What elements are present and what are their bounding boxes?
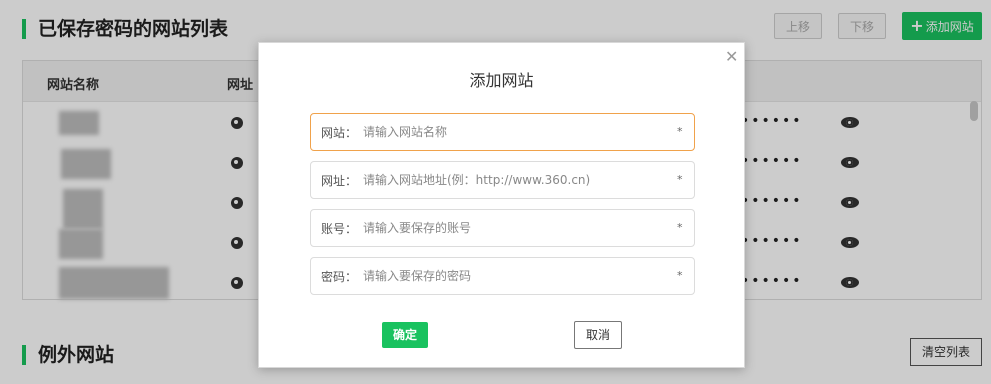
cancel-button[interactable]: 取消 bbox=[574, 321, 622, 349]
password-manager-page: 已保存密码的网站列表 上移 下移 + 添加网站 网站名称 网址 •••••• ••… bbox=[0, 0, 991, 384]
password-label: 密码： bbox=[321, 270, 358, 284]
account-label: 账号： bbox=[321, 222, 358, 236]
site-name-field[interactable]: 网站： * bbox=[310, 113, 695, 151]
required-mark: * bbox=[677, 173, 683, 186]
site-name-input[interactable] bbox=[363, 122, 663, 142]
site-url-label: 网址： bbox=[321, 174, 358, 188]
password-field[interactable]: 密码： * bbox=[310, 257, 695, 295]
confirm-button[interactable]: 确定 bbox=[382, 322, 428, 348]
required-mark: * bbox=[677, 125, 683, 138]
add-site-dialog: 添加网站 ✕ 网站： * 网址： * 账号： * 密码： * 确定 取消 bbox=[258, 42, 745, 368]
dialog-title: 添加网站 bbox=[469, 71, 534, 90]
site-name-label: 网站： bbox=[321, 126, 358, 140]
password-input[interactable] bbox=[363, 266, 663, 286]
account-input[interactable] bbox=[363, 218, 663, 238]
required-mark: * bbox=[677, 269, 683, 282]
site-url-input[interactable] bbox=[363, 170, 663, 190]
required-mark: * bbox=[677, 221, 683, 234]
close-icon[interactable]: ✕ bbox=[725, 47, 738, 66]
site-url-field[interactable]: 网址： * bbox=[310, 161, 695, 199]
account-field[interactable]: 账号： * bbox=[310, 209, 695, 247]
